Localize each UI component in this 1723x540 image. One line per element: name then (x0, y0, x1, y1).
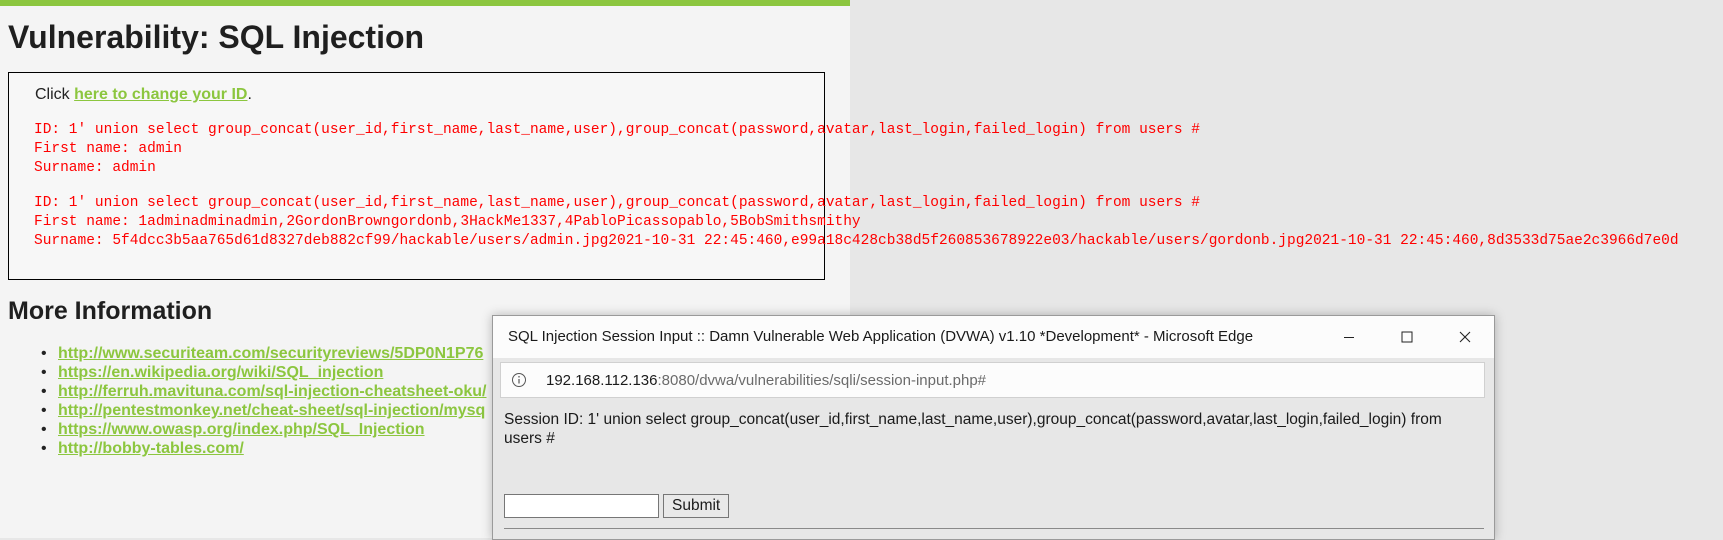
list-item: http://bobby-tables.com/ (38, 439, 487, 458)
maximize-icon (1401, 331, 1413, 343)
session-input-window: SQL Injection Session Input :: Damn Vuln… (492, 315, 1495, 540)
maximize-button[interactable] (1378, 316, 1436, 358)
minimize-icon (1344, 337, 1354, 338)
url-path: :8080/dvwa/vulnerabilities/sqli/session-… (657, 372, 987, 389)
list-item: https://www.owasp.org/index.php/SQL_Inje… (38, 420, 487, 439)
page-top-bar (0, 0, 850, 6)
info-link-ferruh[interactable]: http://ferruh.mavituna.com/sql-injection… (58, 383, 487, 400)
more-information-links: http://www.securiteam.com/securityreview… (38, 344, 487, 458)
list-item: http://pentestmonkey.net/cheat-sheet/sql… (38, 401, 487, 420)
click-suffix: . (247, 86, 252, 103)
change-id-line: Click here to change your ID. (35, 86, 252, 104)
close-button[interactable] (1436, 316, 1494, 358)
info-link-pentestmonkey[interactable]: http://pentestmonkey.net/cheat-sheet/sql… (58, 402, 485, 419)
result-surname: Surname: admin (34, 160, 156, 176)
url-host: 192.168.112.136 (546, 372, 658, 389)
session-id-text: Session ID: 1' union select group_concat… (504, 411, 1442, 447)
change-id-link[interactable]: here to change your ID (74, 86, 247, 103)
info-link-owasp[interactable]: https://www.owasp.org/index.php/SQL_Inje… (58, 421, 425, 438)
page-title: Vulnerability: SQL Injection (8, 19, 425, 55)
result-id: ID: 1' union select group_concat(user_id… (34, 195, 1200, 211)
result-first-name: First name: admin (34, 141, 182, 157)
info-icon[interactable] (511, 372, 527, 388)
info-link-wikipedia[interactable]: https://en.wikipedia.org/wiki/SQL_inject… (58, 364, 383, 381)
window-content: Session ID: 1' union select group_concat… (493, 404, 1494, 539)
window-title: SQL Injection Session Input :: Damn Vuln… (508, 328, 1254, 345)
info-link-securiteam[interactable]: http://www.securiteam.com/securityreview… (58, 345, 483, 362)
click-prefix: Click (35, 86, 75, 103)
window-titlebar[interactable]: SQL Injection Session Input :: Damn Vuln… (493, 316, 1494, 358)
address-bar[interactable]: 192.168.112.136:8080/dvwa/vulnerabilitie… (500, 362, 1485, 398)
info-link-bobby-tables[interactable]: http://bobby-tables.com/ (58, 440, 244, 457)
result-id: ID: 1' union select group_concat(user_id… (34, 122, 1200, 138)
close-icon (1459, 331, 1471, 343)
result-surname: Surname: 5f4dcc3b5aa765d61d8327deb882cf9… (34, 233, 1679, 249)
submit-button[interactable]: Submit (663, 494, 730, 518)
minimize-button[interactable] (1320, 316, 1378, 358)
query-result-2: ID: 1' union select group_concat(user_id… (34, 194, 1723, 251)
list-item: http://ferruh.mavituna.com/sql-injection… (38, 382, 487, 401)
divider (504, 528, 1484, 529)
list-item: https://en.wikipedia.org/wiki/SQL_inject… (38, 363, 487, 382)
list-item: http://www.securiteam.com/securityreview… (38, 344, 487, 363)
session-id-input[interactable] (504, 494, 659, 518)
more-information-heading: More Information (8, 297, 213, 325)
url-text[interactable]: 192.168.112.136:8080/dvwa/vulnerabilitie… (546, 372, 986, 389)
result-first-name: First name: 1adminadminadmin,2GordonBrow… (34, 214, 861, 230)
query-result-1: ID: 1' union select group_concat(user_id… (34, 121, 1723, 178)
